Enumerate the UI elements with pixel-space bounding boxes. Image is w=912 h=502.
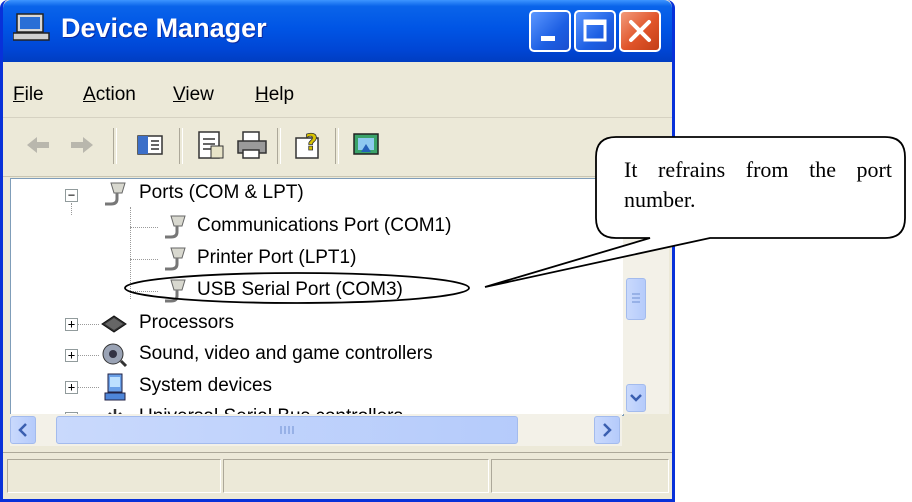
expand-icon[interactable]: +: [65, 381, 78, 394]
show-hide-tree-icon[interactable]: [133, 128, 167, 162]
grip-icon: [280, 426, 294, 434]
computer-icon: [13, 13, 50, 41]
tree-label: Ports (COM & LPT): [139, 182, 304, 203]
tree-item-lpt1[interactable]: Printer Port (LPT1): [11, 244, 623, 274]
chevron-left-icon: [18, 423, 27, 437]
speaker-icon: [102, 343, 128, 368]
tree-label: Printer Port (LPT1): [197, 247, 357, 268]
horizontal-scroll-thumb[interactable]: [56, 416, 518, 444]
menu-view[interactable]: View: [173, 84, 214, 106]
toolbar: ?: [3, 118, 672, 177]
minimize-icon: [541, 36, 555, 41]
minimize-button[interactable]: [529, 10, 571, 52]
chevron-right-icon: [603, 423, 612, 437]
callout-text: It refrains from the port number.: [624, 157, 892, 212]
tree-label: USB Serial Port (COM3): [197, 279, 403, 300]
tree-item-processors[interactable]: + Processors: [11, 309, 623, 339]
grip-icon: [632, 293, 640, 303]
status-cell: [223, 459, 489, 493]
scroll-down-button[interactable]: [626, 384, 646, 412]
tree-item-com1[interactable]: Communications Port (COM1): [11, 212, 623, 242]
help-icon[interactable]: ?: [291, 128, 325, 162]
status-cell: [7, 459, 221, 493]
toolbar-separator: [179, 128, 183, 164]
tree-item-sound[interactable]: + Sound, video and game controllers: [11, 340, 623, 370]
svg-text:?: ?: [305, 131, 318, 156]
status-bar: [3, 452, 672, 499]
forward-icon[interactable]: [65, 128, 99, 162]
tree-label: Communications Port (COM1): [197, 215, 452, 236]
device-manager-window: Device Manager File Action View Help ? −…: [0, 0, 675, 502]
menu-help[interactable]: Help: [255, 84, 294, 106]
print-icon[interactable]: [235, 128, 269, 162]
vertical-scroll-thumb[interactable]: [626, 278, 646, 320]
expand-icon[interactable]: +: [65, 349, 78, 362]
processor-icon: [101, 315, 127, 333]
window-title: Device Manager: [61, 13, 267, 43]
menu-bar: File Action View Help: [3, 62, 672, 118]
horizontal-scrollbar[interactable]: [10, 414, 622, 446]
close-icon: [629, 20, 651, 42]
port-connector-icon: [105, 182, 126, 206]
tree-item-system[interactable]: + System devices: [11, 372, 623, 402]
scroll-left-button[interactable]: [10, 416, 36, 444]
port-connector-icon: [165, 279, 186, 303]
status-cell: [491, 459, 669, 493]
toolbar-separator: [277, 128, 281, 164]
maximize-button[interactable]: [574, 10, 616, 52]
toolbar-separator: [335, 128, 339, 164]
port-connector-icon: [165, 247, 186, 271]
tree-label: Processors: [139, 312, 235, 333]
system-device-icon: [104, 373, 126, 401]
collapse-icon[interactable]: −: [65, 189, 78, 202]
back-icon[interactable]: [21, 128, 55, 162]
tree-label: Sound, video and game controllers: [139, 343, 433, 364]
tree-item-ports[interactable]: − Ports (COM & LPT): [11, 179, 623, 209]
title-bar[interactable]: Device Manager: [3, 0, 672, 62]
properties-icon[interactable]: [193, 128, 227, 162]
toolbar-separator: [113, 128, 117, 164]
close-button[interactable]: [619, 10, 661, 52]
port-connector-icon: [165, 215, 186, 239]
tree-item-com3[interactable]: USB Serial Port (COM3): [11, 276, 623, 306]
device-tree[interactable]: − Ports (COM & LPT) Communications Port …: [10, 178, 624, 416]
tree-label: System devices: [139, 375, 273, 396]
maximize-icon: [583, 19, 607, 42]
expand-icon[interactable]: +: [65, 318, 78, 331]
device-scan-icon[interactable]: [349, 128, 383, 162]
menu-action[interactable]: Action: [83, 84, 136, 106]
chevron-down-icon: [630, 394, 642, 402]
scroll-right-button[interactable]: [594, 416, 620, 444]
menu-file[interactable]: File: [13, 84, 44, 106]
